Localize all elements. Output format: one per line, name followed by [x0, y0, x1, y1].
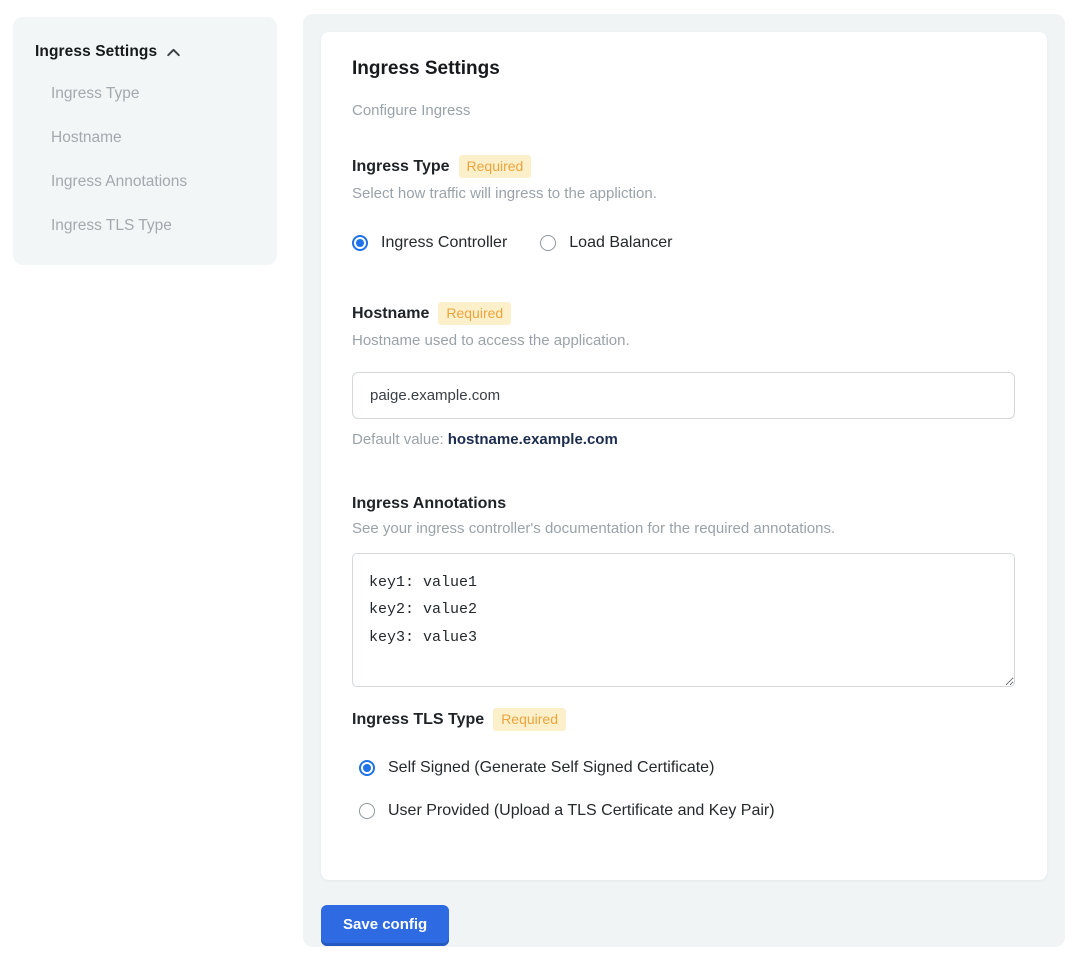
radio-icon — [359, 760, 375, 776]
ingress-annotations-description: See your ingress controller's documentat… — [352, 520, 1015, 537]
field-ingress-tls-type: Ingress TLS Type Required Self Signed (G… — [352, 708, 1015, 820]
sidebar-section-title: Ingress Settings — [35, 43, 157, 61]
field-ingress-type: Ingress Type Required Select how traffic… — [352, 155, 1015, 252]
page: Ingress Settings Ingress Type Hostname I… — [0, 0, 1090, 969]
radio-option-user-provided[interactable]: User Provided (Upload a TLS Certificate … — [359, 802, 1015, 820]
radio-option-self-signed[interactable]: Self Signed (Generate Self Signed Certif… — [359, 759, 1015, 777]
radio-option-ingress-controller[interactable]: Ingress Controller — [352, 234, 507, 252]
required-badge: Required — [438, 302, 511, 325]
radio-label: Ingress Controller — [381, 234, 507, 252]
ingress-type-radio-group: Ingress Controller Load Balancer — [352, 234, 1015, 252]
page-title: Ingress Settings — [352, 58, 1015, 80]
hostname-label: Hostname — [352, 305, 429, 323]
sidebar-section-toggle[interactable]: Ingress Settings — [35, 43, 259, 61]
page-subtitle: Configure Ingress — [352, 102, 1015, 119]
radio-icon — [352, 235, 368, 251]
default-value-text: hostname.example.com — [448, 431, 618, 448]
hostname-default-helper: Default value:hostname.example.com — [352, 431, 1015, 448]
radio-icon — [359, 803, 375, 819]
radio-label: Self Signed (Generate Self Signed Certif… — [388, 759, 714, 777]
sidebar-item-hostname[interactable]: Hostname — [51, 129, 259, 147]
ingress-type-description: Select how traffic will ingress to the a… — [352, 185, 1015, 202]
radio-option-load-balancer[interactable]: Load Balancer — [540, 234, 672, 252]
radio-icon — [540, 235, 556, 251]
field-ingress-annotations: Ingress Annotations See your ingress con… — [352, 495, 1015, 687]
settings-panel: Ingress Settings Configure Ingress Ingre… — [303, 14, 1065, 947]
sidebar-item-ingress-type[interactable]: Ingress Type — [51, 85, 259, 103]
ingress-tls-radio-group: Self Signed (Generate Self Signed Certif… — [359, 759, 1015, 820]
hostname-input[interactable] — [352, 372, 1015, 419]
ingress-annotations-label: Ingress Annotations — [352, 495, 506, 513]
settings-nav-sidebar: Ingress Settings Ingress Type Hostname I… — [13, 17, 277, 265]
chevron-up-icon[interactable] — [165, 44, 182, 61]
radio-label: Load Balancer — [569, 234, 672, 252]
sidebar-item-ingress-annotations[interactable]: Ingress Annotations — [51, 173, 259, 191]
save-config-button[interactable]: Save config — [321, 905, 449, 946]
ingress-type-label: Ingress Type — [352, 158, 450, 176]
sidebar-item-ingress-tls-type[interactable]: Ingress TLS Type — [51, 217, 259, 235]
default-value-prefix: Default value: — [352, 431, 444, 448]
field-hostname: Hostname Required Hostname used to acces… — [352, 302, 1015, 448]
required-badge: Required — [493, 708, 566, 731]
ingress-annotations-textarea[interactable]: key1: value1 key2: value2 key3: value3 — [352, 553, 1015, 687]
sidebar-item-list: Ingress Type Hostname Ingress Annotation… — [35, 85, 259, 235]
ingress-tls-type-label: Ingress TLS Type — [352, 711, 484, 729]
hostname-description: Hostname used to access the application. — [352, 332, 1015, 349]
radio-label: User Provided (Upload a TLS Certificate … — [388, 802, 775, 820]
required-badge: Required — [459, 155, 532, 178]
ingress-settings-card: Ingress Settings Configure Ingress Ingre… — [321, 32, 1047, 880]
